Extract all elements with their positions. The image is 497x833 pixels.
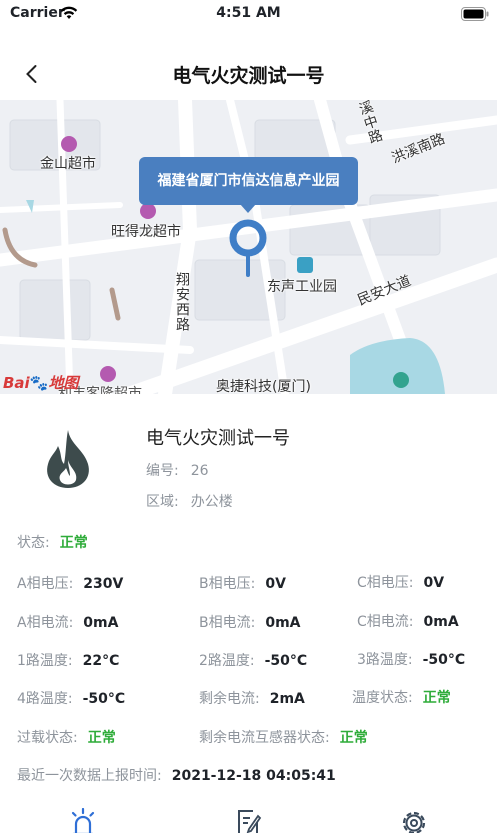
c-current-field: C相电流: 0mA [357, 614, 459, 630]
residual-sensor-status-field: 剩余电流互感器状态: 正常 [199, 730, 368, 746]
temp2-field: 2路温度: -50°C [199, 653, 308, 669]
map-label-dongsheng: 东声工业园 [267, 279, 337, 295]
map-label-jinshan: 金山超市 [40, 156, 96, 172]
paw-icon: 🐾 [29, 374, 49, 392]
map-label-xiangan-west: 翔安西路 [174, 272, 190, 332]
c-voltage-field: C相电压: 0V [357, 575, 445, 591]
industrial-park-poi-icon [297, 257, 313, 273]
tab-settings[interactable] [400, 808, 428, 833]
b-current-field: B相电流: 0mA [199, 615, 301, 631]
supermarket-poi-icon [61, 136, 77, 152]
temp3-field: 3路温度: -50°C [357, 652, 466, 668]
last-report-field: 最近一次数据上报时间: 2021-12-18 04:05:41 [17, 768, 336, 784]
tab-alarm[interactable] [69, 807, 97, 833]
edit-document-icon [238, 810, 262, 833]
temp4-field: 4路温度: -50°C [17, 691, 126, 707]
gear-icon [402, 811, 426, 833]
temp1-field: 1路温度: 22°C [17, 653, 120, 669]
supermarket-poi-icon [100, 366, 116, 382]
status-badge: 正常 [59, 535, 88, 551]
bottom-tab-bar [0, 804, 497, 833]
device-detail: 电气火灾测试一号 编号: 26 区域: 办公楼 状态: 正常 A相电压: 230V B相… [0, 394, 497, 833]
a-voltage-field: A相电压: 230V [17, 576, 124, 592]
device-area: 区域: 办公楼 [146, 494, 233, 510]
battery-icon [461, 6, 489, 25]
a-current-field: A相电流: 0mA [17, 615, 119, 631]
alarm-light-icon [71, 807, 95, 833]
baidu-map-logo: Bai🐾地图 [3, 374, 79, 392]
map-label-wangdelong: 旺得龙超市 [111, 224, 181, 240]
device-number: 编号: 26 [146, 463, 209, 479]
overload-status-field: 过载状态: 正常 [17, 730, 116, 746]
location-callout: 福建省厦门市信达信息产业园 [139, 157, 358, 213]
page-title: 电气火灾测试一号 [172, 65, 325, 87]
map-label-aojie: 奥捷科技(厦门) [216, 379, 311, 394]
clock: 4:51 AM [216, 5, 281, 21]
tab-records[interactable] [234, 808, 262, 833]
device-name: 电气火灾测试一号 [146, 428, 290, 449]
residual-current-field: 剩余电流: 2mA [199, 691, 305, 707]
navigation-bar: 电气火灾测试一号 [0, 46, 497, 102]
status-bar: Carrier 4:51 AM [0, 0, 497, 28]
status-field: 状态: 正常 [17, 535, 88, 551]
map-view[interactable]: 金山超市 旺得龙超市 东声工业园 翔安西路 民安大道 洪溪南路 溪中路 奥捷科技… [0, 100, 497, 394]
supermarket-poi-icon [140, 203, 156, 219]
temp-status-field: 温度状态: 正常 [352, 690, 451, 706]
fire-icon [40, 428, 96, 494]
b-voltage-field: B相电压: 0V [199, 576, 286, 592]
park-poi-icon [393, 372, 409, 388]
